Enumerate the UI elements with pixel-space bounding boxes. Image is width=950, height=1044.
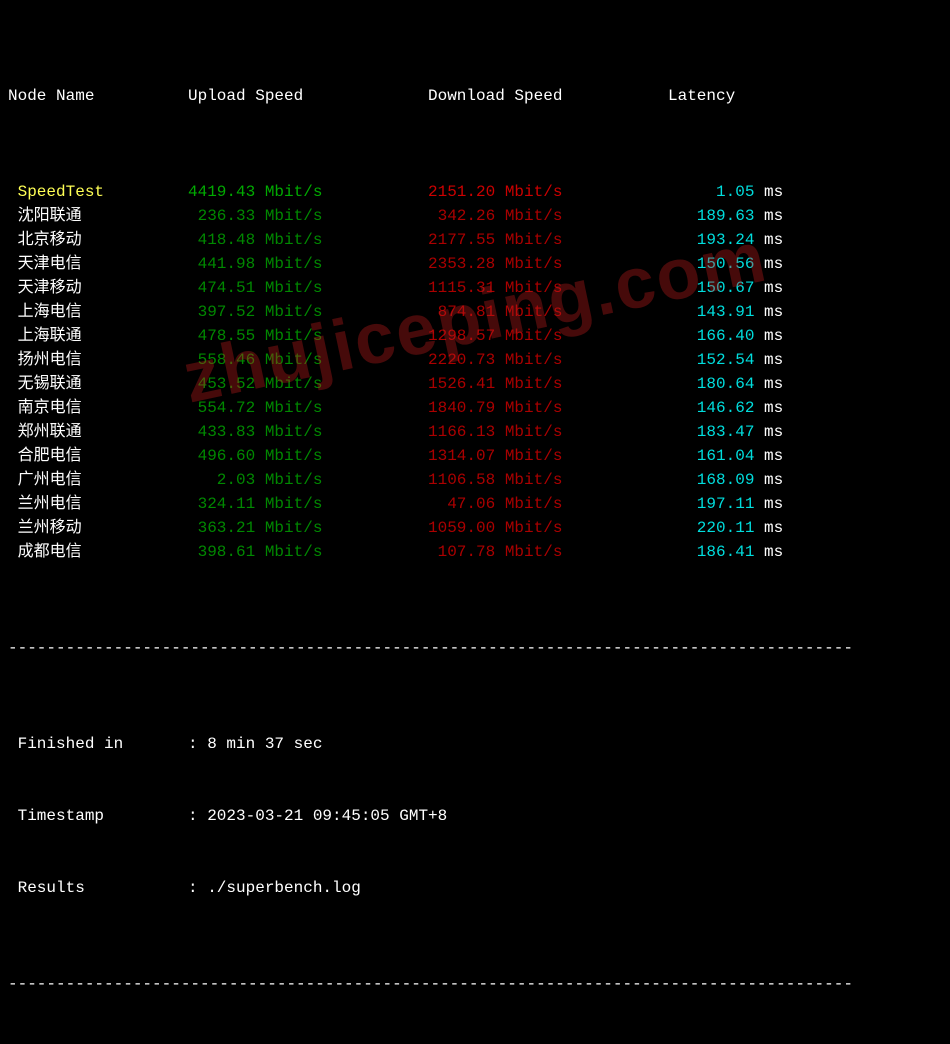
cell-download: 1840.79 Mbit/s <box>428 396 668 420</box>
cell-latency: 193.24 ms <box>668 228 848 252</box>
cell-latency: 152.54 ms <box>668 348 848 372</box>
cell-upload: 418.48 Mbit/s <box>188 228 428 252</box>
footer-timestamp: Timestamp : 2023-03-21 09:45:05 GMT+8 <box>8 804 942 828</box>
cell-upload: 441.98 Mbit/s <box>188 252 428 276</box>
cell-download: 1166.13 Mbit/s <box>428 420 668 444</box>
cell-node: 上海联通 <box>8 324 188 348</box>
table-row: 郑州联通 433.83 Mbit/s1166.13 Mbit/s 183.47 … <box>8 420 942 444</box>
cell-download: 1526.41 Mbit/s <box>428 372 668 396</box>
cell-download: 1314.07 Mbit/s <box>428 444 668 468</box>
cell-upload: 4419.43 Mbit/s <box>188 180 428 204</box>
cell-latency: 180.64 ms <box>668 372 848 396</box>
cell-download: 47.06 Mbit/s <box>428 492 668 516</box>
header-node: Node Name <box>8 84 188 108</box>
cell-node: 成都电信 <box>8 540 188 564</box>
divider-line: ----------------------------------------… <box>8 972 942 996</box>
cell-node: 南京电信 <box>8 396 188 420</box>
cell-node: 北京移动 <box>8 228 188 252</box>
cell-node: 合肥电信 <box>8 444 188 468</box>
cell-upload: 558.46 Mbit/s <box>188 348 428 372</box>
cell-download: 1106.58 Mbit/s <box>428 468 668 492</box>
footer-timestamp-label: Timestamp <box>8 804 188 828</box>
cell-latency: 1.05 ms <box>668 180 848 204</box>
cell-latency: 168.09 ms <box>668 468 848 492</box>
cell-upload: 236.33 Mbit/s <box>188 204 428 228</box>
table-row: SpeedTest4419.43 Mbit/s2151.20 Mbit/s 1.… <box>8 180 942 204</box>
terminal-output: Node Name Upload Speed Download Speed La… <box>8 12 942 1044</box>
cell-latency: 166.40 ms <box>668 324 848 348</box>
footer-results: Results : ./superbench.log <box>8 876 942 900</box>
cell-download: 2177.55 Mbit/s <box>428 228 668 252</box>
header-download: Download Speed <box>428 84 668 108</box>
table-row: 北京移动 418.48 Mbit/s2177.55 Mbit/s 193.24 … <box>8 228 942 252</box>
cell-download: 1298.57 Mbit/s <box>428 324 668 348</box>
cell-download: 1115.31 Mbit/s <box>428 276 668 300</box>
cell-node: 扬州电信 <box>8 348 188 372</box>
cell-download: 2220.73 Mbit/s <box>428 348 668 372</box>
cell-latency: 150.67 ms <box>668 276 848 300</box>
cell-node: 兰州电信 <box>8 492 188 516</box>
cell-node: SpeedTest <box>8 180 188 204</box>
cell-download: 2151.20 Mbit/s <box>428 180 668 204</box>
footer-finished-label: Finished in <box>8 732 188 756</box>
cell-download: 107.78 Mbit/s <box>428 540 668 564</box>
cell-node: 天津电信 <box>8 252 188 276</box>
cell-latency: 220.11 ms <box>668 516 848 540</box>
cell-upload: 474.51 Mbit/s <box>188 276 428 300</box>
table-row: 沈阳联通 236.33 Mbit/s 342.26 Mbit/s 189.63 … <box>8 204 942 228</box>
cell-upload: 478.55 Mbit/s <box>188 324 428 348</box>
table-row: 兰州电信 324.11 Mbit/s 47.06 Mbit/s 197.11 m… <box>8 492 942 516</box>
cell-upload: 398.61 Mbit/s <box>188 540 428 564</box>
header-latency: Latency <box>668 84 848 108</box>
cell-node: 郑州联通 <box>8 420 188 444</box>
cell-download: 342.26 Mbit/s <box>428 204 668 228</box>
table-row: 扬州电信 558.46 Mbit/s2220.73 Mbit/s 152.54 … <box>8 348 942 372</box>
cell-latency: 143.91 ms <box>668 300 848 324</box>
cell-upload: 363.21 Mbit/s <box>188 516 428 540</box>
table-header: Node Name Upload Speed Download Speed La… <box>8 84 942 108</box>
table-row: 上海电信 397.52 Mbit/s 874.81 Mbit/s 143.91 … <box>8 300 942 324</box>
table-row: 南京电信 554.72 Mbit/s1840.79 Mbit/s 146.62 … <box>8 396 942 420</box>
cell-latency: 146.62 ms <box>668 396 848 420</box>
table-row: 天津移动 474.51 Mbit/s1115.31 Mbit/s 150.67 … <box>8 276 942 300</box>
divider-line: ----------------------------------------… <box>8 636 942 660</box>
cell-upload: 554.72 Mbit/s <box>188 396 428 420</box>
cell-latency: 150.56 ms <box>668 252 848 276</box>
table-row: 成都电信 398.61 Mbit/s 107.78 Mbit/s 186.41 … <box>8 540 942 564</box>
cell-node: 天津移动 <box>8 276 188 300</box>
footer-finished: Finished in : 8 min 37 sec <box>8 732 942 756</box>
footer-results-value: : ./superbench.log <box>188 876 942 900</box>
cell-node: 兰州移动 <box>8 516 188 540</box>
cell-node: 沈阳联通 <box>8 204 188 228</box>
cell-latency: 197.11 ms <box>668 492 848 516</box>
cell-node: 广州电信 <box>8 468 188 492</box>
cell-latency: 189.63 ms <box>668 204 848 228</box>
table-row: 广州电信 2.03 Mbit/s1106.58 Mbit/s 168.09 ms <box>8 468 942 492</box>
cell-download: 1059.00 Mbit/s <box>428 516 668 540</box>
table-row: 合肥电信 496.60 Mbit/s1314.07 Mbit/s 161.04 … <box>8 444 942 468</box>
cell-upload: 2.03 Mbit/s <box>188 468 428 492</box>
table-row: 天津电信 441.98 Mbit/s2353.28 Mbit/s 150.56 … <box>8 252 942 276</box>
cell-node: 上海电信 <box>8 300 188 324</box>
footer-finished-value: : 8 min 37 sec <box>188 732 942 756</box>
cell-upload: 324.11 Mbit/s <box>188 492 428 516</box>
table-row: 上海联通 478.55 Mbit/s1298.57 Mbit/s 166.40 … <box>8 324 942 348</box>
header-upload: Upload Speed <box>188 84 428 108</box>
cell-download: 2353.28 Mbit/s <box>428 252 668 276</box>
cell-node: 无锡联通 <box>8 372 188 396</box>
cell-download: 874.81 Mbit/s <box>428 300 668 324</box>
footer-timestamp-value: : 2023-03-21 09:45:05 GMT+8 <box>188 804 942 828</box>
cell-upload: 496.60 Mbit/s <box>188 444 428 468</box>
cell-latency: 186.41 ms <box>668 540 848 564</box>
cell-latency: 161.04 ms <box>668 444 848 468</box>
cell-latency: 183.47 ms <box>668 420 848 444</box>
table-row: 无锡联通 453.52 Mbit/s1526.41 Mbit/s 180.64 … <box>8 372 942 396</box>
table-row: 兰州移动 363.21 Mbit/s1059.00 Mbit/s 220.11 … <box>8 516 942 540</box>
cell-upload: 453.52 Mbit/s <box>188 372 428 396</box>
cell-upload: 433.83 Mbit/s <box>188 420 428 444</box>
table-body: SpeedTest4419.43 Mbit/s2151.20 Mbit/s 1.… <box>8 180 942 564</box>
cell-upload: 397.52 Mbit/s <box>188 300 428 324</box>
footer-results-label: Results <box>8 876 188 900</box>
